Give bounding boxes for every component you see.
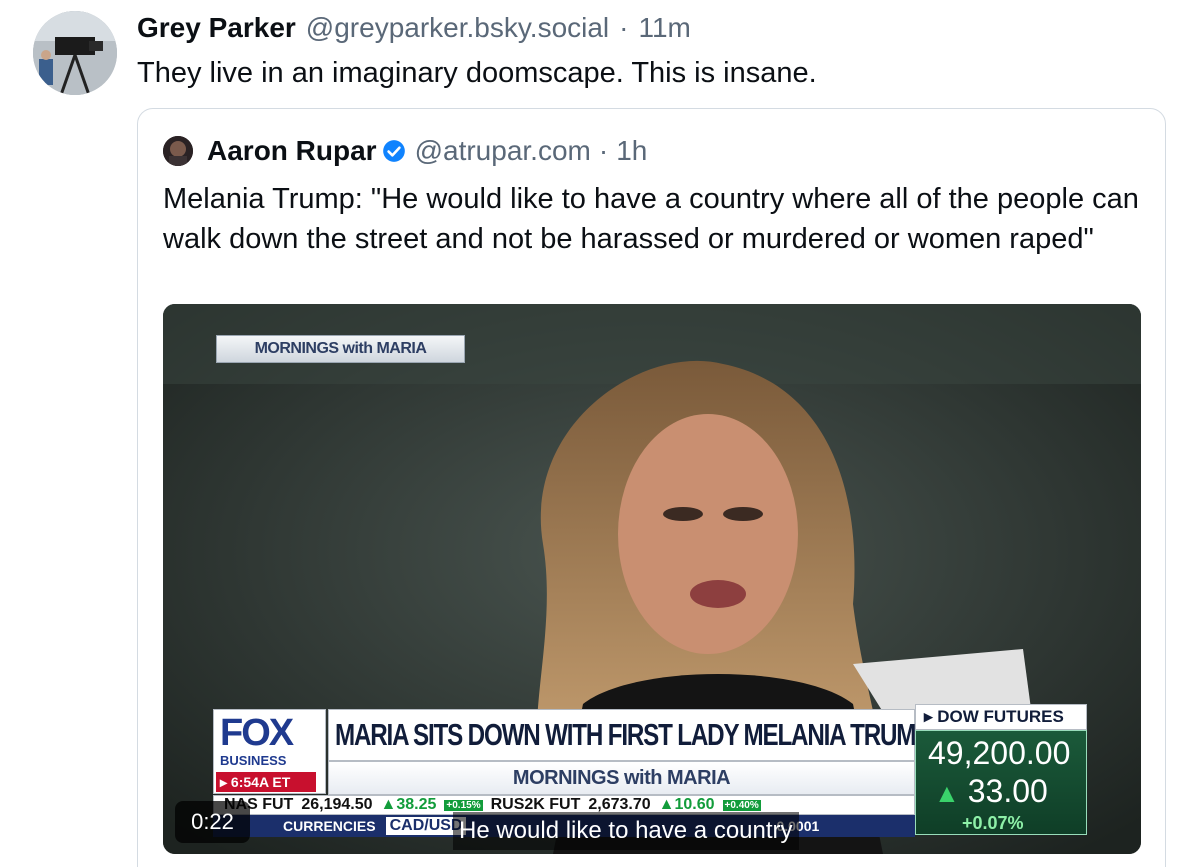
- dow-change: ▲ 33.00: [934, 773, 1048, 810]
- up-triangle-icon: ▲: [934, 778, 960, 808]
- dow-change-value: 33.00: [967, 773, 1048, 809]
- dow-futures-box: ▸ DOW FUTURES 49,200.00 ▲ 33.00 +0.07%: [915, 704, 1087, 836]
- quoted-author-name: Aaron Rupar: [207, 135, 377, 166]
- quoted-post-header: Aaron Rupar @atrupar.com · 1h: [163, 133, 647, 169]
- separator-dot: ·: [619, 12, 629, 43]
- dow-values: 49,200.00 ▲ 33.00 +0.07%: [915, 730, 1087, 835]
- show-name-bar: MORNINGS with MARIA: [328, 761, 915, 795]
- dow-pct: +0.07%: [962, 813, 1024, 833]
- dow-value: 49,200.00: [928, 735, 1071, 771]
- ticker-value: 26,194.50: [301, 796, 373, 813]
- quoted-post-text: Melania Trump: "He would like to have a …: [163, 183, 1139, 255]
- post-text: They live in an imaginary doomscape. Thi…: [137, 57, 817, 89]
- show-bug: MORNINGS with MARIA: [216, 335, 465, 363]
- quoted-avatar: [163, 136, 193, 166]
- ticker-change: ▲38.25: [380, 796, 437, 813]
- network-logo: FOX BUSINESS ▸ 6:54A ET: [213, 709, 326, 794]
- video-timer: 0:22: [175, 801, 250, 843]
- author-handle[interactable]: @greyparker.bsky.social: [306, 12, 609, 44]
- show-bug-text: MORNINGS with MARIA: [254, 340, 427, 357]
- post-time[interactable]: 11m: [638, 12, 690, 44]
- broadcast-clock: ▸ 6:54A ET: [216, 772, 316, 792]
- network-sub: BUSINESS: [220, 753, 287, 768]
- quoted-post[interactable]: Aaron Rupar @atrupar.com · 1h Melania Tr…: [137, 108, 1166, 867]
- headline-bar: MARIA SITS DOWN WITH FIRST LADY MELANIA …: [328, 709, 931, 761]
- post-header: Grey Parker @greyparker.bsky.social · 11…: [137, 10, 691, 46]
- avatar[interactable]: [33, 11, 117, 95]
- author-name[interactable]: Grey Parker: [137, 12, 296, 44]
- ticker-pct: +0.15%: [444, 799, 483, 811]
- dow-title: ▸ DOW FUTURES: [915, 704, 1087, 730]
- lower-third: FOX BUSINESS ▸ 6:54A ET MARIA SITS DOWN …: [213, 709, 931, 837]
- quoted-author-handle: @atrupar.com: [414, 135, 591, 166]
- quoted-post-time: 1h: [616, 135, 648, 166]
- verified-badge-icon: [382, 140, 405, 162]
- separator-dot: ·: [598, 135, 609, 166]
- video-player[interactable]: MORNINGS with MARIA FOX BUSINESS ▸ 6:54A…: [163, 304, 1141, 854]
- headline-text: MARIA SITS DOWN WITH FIRST LADY MELANIA …: [335, 717, 931, 752]
- ticker-pct-2: +0.40%: [722, 799, 761, 811]
- network-name: FOX: [220, 712, 294, 754]
- show-name: MORNINGS with MARIA: [512, 766, 731, 789]
- video-caption: He would like to have a country: [453, 812, 799, 850]
